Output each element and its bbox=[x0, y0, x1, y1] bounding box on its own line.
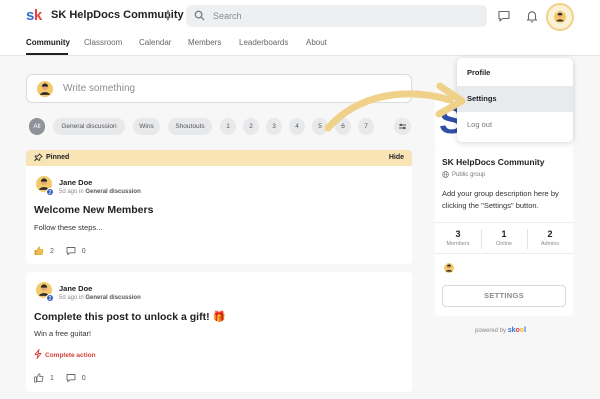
post-title[interactable]: Welcome New Members bbox=[34, 204, 153, 216]
powered-by-text: powered by bbox=[475, 328, 507, 334]
comment-icon[interactable] bbox=[66, 373, 76, 383]
notifications-bell-icon[interactable] bbox=[525, 9, 539, 23]
post-category[interactable]: General discussion bbox=[85, 295, 140, 301]
page-chip[interactable]: 3 bbox=[266, 118, 282, 135]
post-meta: 5d ago in General discussion bbox=[59, 189, 141, 195]
post-body: Win a free guitar! bbox=[34, 329, 92, 338]
user-avatar-button[interactable] bbox=[546, 3, 574, 31]
page-chip[interactable]: 1 bbox=[220, 118, 236, 135]
complete-action-link[interactable]: Complete action bbox=[34, 349, 96, 359]
logo-letter-k: k bbox=[33, 7, 42, 24]
search-bar[interactable] bbox=[186, 5, 487, 27]
pin-icon bbox=[34, 153, 43, 162]
logo-letter-s: s bbox=[26, 7, 34, 24]
filter-general-discussion[interactable]: General discussion bbox=[53, 118, 125, 135]
online-count: 1 bbox=[501, 229, 507, 239]
annotation-arrow bbox=[324, 82, 466, 132]
filter-all[interactable]: All bbox=[29, 118, 45, 135]
hide-pinned-button[interactable]: Hide bbox=[389, 154, 404, 161]
post-category[interactable]: General discussion bbox=[85, 189, 140, 195]
group-stats: 3 Members 1 Online 2 Admins bbox=[435, 222, 573, 254]
powered-by[interactable]: powered by skool bbox=[475, 327, 526, 334]
level-badge: 2 bbox=[46, 188, 54, 196]
members-count: 3 bbox=[455, 229, 461, 239]
post-author[interactable]: Jane Doe bbox=[59, 178, 92, 187]
lightning-icon bbox=[34, 349, 42, 359]
admins-label: Admins bbox=[540, 241, 560, 247]
post-time: 5d ago in bbox=[59, 189, 84, 195]
top-bar: sk SK HelpDocs Community ▲ ▼ bbox=[0, 0, 600, 32]
community-switcher-icon[interactable]: ▲ ▼ bbox=[163, 8, 173, 24]
comment-icon[interactable] bbox=[66, 246, 76, 256]
search-input[interactable] bbox=[213, 8, 473, 24]
menu-item-settings[interactable]: Settings bbox=[457, 86, 573, 112]
post-stats: 1 0 bbox=[34, 373, 86, 383]
like-count: 1 bbox=[49, 374, 54, 382]
members-stat[interactable]: 3 Members bbox=[435, 229, 481, 247]
pinned-bar: Pinned Hide bbox=[26, 150, 412, 166]
post-title[interactable]: Complete this post to unlock a gift! 🎁 bbox=[34, 310, 226, 323]
post-card[interactable]: 2 Jane Doe 5d ago in General discussion … bbox=[26, 166, 412, 264]
group-type: Public group bbox=[442, 171, 485, 178]
comment-count: 0 bbox=[81, 374, 86, 382]
chat-icon[interactable] bbox=[497, 9, 511, 23]
avatar bbox=[37, 81, 53, 97]
post-time: 5d ago in bbox=[59, 295, 84, 301]
admins-stat[interactable]: 2 Admins bbox=[527, 229, 573, 247]
filter-shoutouts[interactable]: Shoutouts bbox=[168, 118, 212, 135]
pinned-label: Pinned bbox=[46, 154, 70, 161]
member-avatar[interactable] bbox=[444, 263, 454, 273]
menu-item-logout[interactable]: Log out bbox=[457, 112, 573, 138]
online-label: Online bbox=[496, 241, 512, 247]
page-chip[interactable]: 2 bbox=[243, 118, 259, 135]
search-icon bbox=[194, 10, 205, 21]
like-icon[interactable] bbox=[34, 373, 44, 383]
filter-wins[interactable]: Wins bbox=[133, 118, 160, 135]
tab-community[interactable]: Community bbox=[26, 38, 70, 47]
level-badge: 2 bbox=[46, 294, 54, 302]
settings-button[interactable]: SETTINGS bbox=[442, 285, 566, 307]
globe-icon bbox=[442, 171, 449, 178]
user-menu-dropdown: Profile Settings Log out bbox=[457, 58, 573, 142]
group-type-label: Public group bbox=[452, 172, 486, 178]
community-logo[interactable]: sk bbox=[26, 7, 44, 25]
post-body: Follow these steps... bbox=[34, 223, 103, 232]
post-stats: 2 0 bbox=[34, 246, 86, 256]
tab-about[interactable]: About bbox=[306, 38, 327, 47]
members-label: Members bbox=[446, 241, 470, 247]
active-tab-indicator bbox=[26, 53, 68, 55]
brand-part: sk bbox=[507, 327, 516, 334]
tab-leaderboards[interactable]: Leaderboards bbox=[239, 38, 288, 47]
group-name: SK HelpDocs Community bbox=[442, 157, 545, 167]
avatar bbox=[554, 11, 566, 23]
complete-action-label: Complete action bbox=[45, 352, 96, 359]
skool-brand: skool bbox=[508, 327, 526, 334]
like-count: 2 bbox=[49, 247, 54, 255]
online-stat[interactable]: 1 Online bbox=[481, 229, 527, 247]
comment-count: 0 bbox=[81, 247, 86, 255]
like-icon[interactable] bbox=[34, 246, 44, 256]
tab-members[interactable]: Members bbox=[188, 38, 221, 47]
brand-part: l bbox=[524, 327, 527, 334]
composer-placeholder: Write something bbox=[63, 83, 136, 94]
post-card[interactable]: 2 Jane Doe 5d ago in General discussion … bbox=[26, 272, 412, 392]
tab-classroom[interactable]: Classroom bbox=[84, 38, 122, 47]
tab-calendar[interactable]: Calendar bbox=[139, 38, 171, 47]
group-info-card: SK HelpDocs Community Public group Add y… bbox=[435, 150, 573, 316]
menu-item-profile[interactable]: Profile bbox=[457, 60, 573, 86]
main-nav: Community Classroom Calendar Members Lea… bbox=[0, 32, 600, 56]
post-meta: 5d ago in General discussion bbox=[59, 295, 141, 301]
group-description: Add your group description here by click… bbox=[442, 189, 559, 210]
post-author[interactable]: Jane Doe bbox=[59, 284, 92, 293]
admins-count: 2 bbox=[547, 229, 553, 239]
